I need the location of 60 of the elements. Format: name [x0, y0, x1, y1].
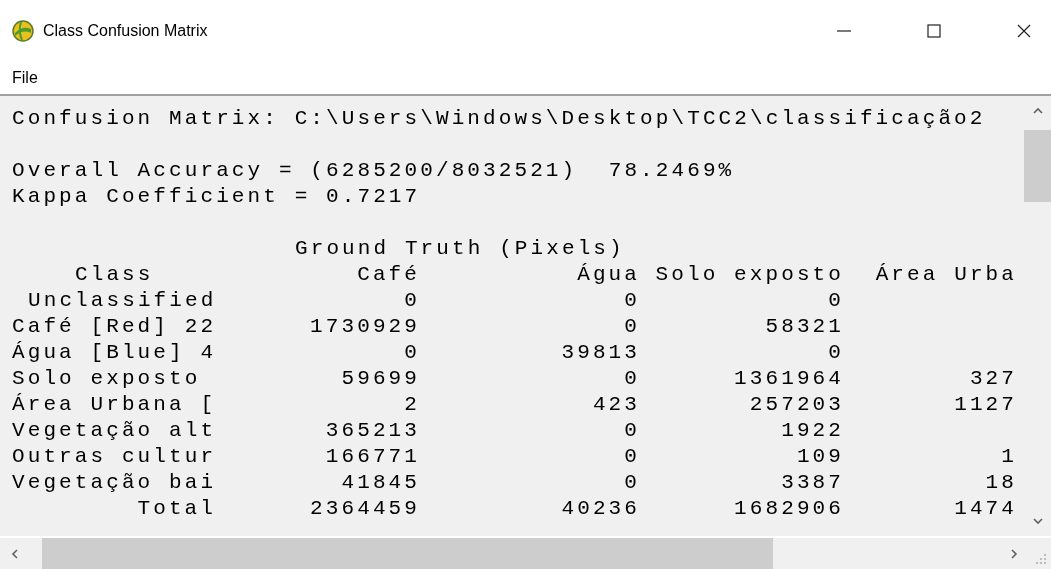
menu-item[interactable]: File	[6, 66, 44, 90]
table-cell: 1730929	[310, 314, 420, 340]
table-cell: 1361964	[734, 366, 844, 392]
table-cell: 1127	[954, 392, 1017, 418]
table-cell: 1682906	[734, 496, 844, 522]
table-cell: 0	[624, 418, 640, 444]
file-path-line: Confusion Matrix: C:\Users\Windows\Desktop\TCC2\classificação2	[12, 106, 986, 132]
accuracy-line: Overall Accuracy = (6285200/8032521) 78.2469%	[12, 158, 735, 184]
table-cell: 2364459	[310, 496, 420, 522]
table-cell: 1474	[954, 496, 1017, 522]
scrollbar-thumb[interactable]	[42, 538, 773, 569]
row-label: Café [Red] 22	[12, 314, 217, 340]
row-label: Área Urbana [	[12, 392, 217, 418]
table-cell: 0	[624, 444, 640, 470]
column-header: Solo exposto	[655, 262, 844, 288]
column-header: Água	[577, 262, 640, 288]
table-cell: 365213	[325, 418, 420, 444]
app-icon	[12, 20, 34, 42]
table-cell: 0	[624, 470, 640, 496]
table-cell: 0	[624, 366, 640, 392]
row-label: Unclassified	[28, 288, 217, 314]
table-cell: 0	[624, 314, 640, 340]
table-cell: 39813	[561, 340, 640, 366]
row-label: Total	[137, 496, 216, 522]
column-header: Café	[357, 262, 420, 288]
resize-grip-icon[interactable]	[1035, 553, 1047, 565]
table-cell: 0	[828, 288, 844, 314]
row-label: Vegetação alt	[12, 418, 217, 444]
window-title: Class Confusion Matrix	[43, 21, 208, 41]
table-cell: 109	[796, 444, 844, 470]
table-cell: 59699	[341, 366, 420, 392]
table-caption: Ground Truth (Pixels)	[295, 236, 625, 262]
row-label: Outras cultur	[12, 444, 217, 470]
table-cell: 40236	[561, 496, 640, 522]
table-cell: 18	[985, 470, 1017, 496]
table-cell: 327	[969, 366, 1017, 392]
table-cell: 166771	[325, 444, 420, 470]
table-cell: 0	[624, 288, 640, 314]
row-label: Vegetação bai	[12, 470, 217, 496]
column-header: Class	[75, 262, 154, 288]
scrollbar-thumb[interactable]	[1024, 130, 1051, 202]
table-cell: 0	[404, 288, 420, 314]
close-icon	[1016, 23, 1032, 39]
table-cell: 257203	[749, 392, 844, 418]
row-label: Água [Blue] 4	[12, 340, 217, 366]
table-cell: 2	[404, 392, 420, 418]
kappa-line: Kappa Coefficient = 0.7217	[12, 184, 421, 210]
table-cell: 0	[828, 340, 844, 366]
minimize-icon	[837, 30, 851, 32]
table-cell: 1	[1001, 444, 1017, 470]
table-cell: 58321	[765, 314, 844, 340]
column-header: Área Urba	[875, 262, 1017, 288]
table-cell: 423	[592, 392, 640, 418]
table-cell: 3387	[781, 470, 844, 496]
maximize-icon	[926, 23, 942, 39]
table-cell: 41845	[341, 470, 420, 496]
table-cell: 1922	[781, 418, 844, 444]
vertical-scrollbar[interactable]	[1024, 96, 1051, 536]
row-label: Solo exposto	[12, 366, 201, 392]
table-cell: 0	[404, 340, 420, 366]
